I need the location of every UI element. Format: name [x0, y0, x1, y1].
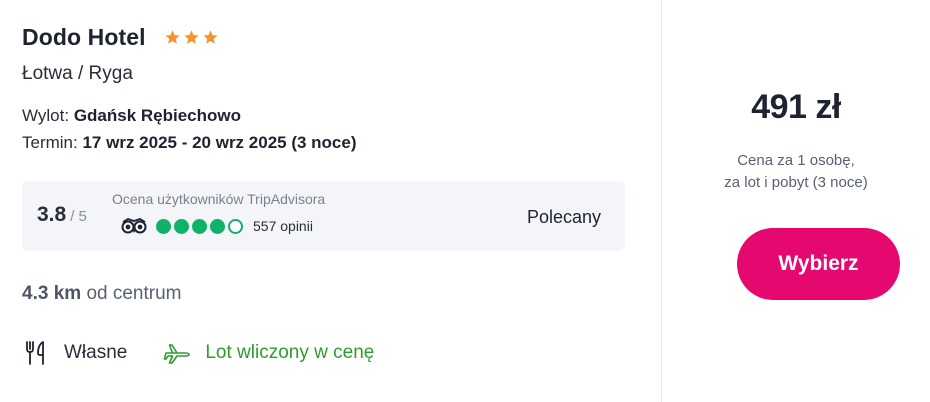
- rating-bubble-filled: [192, 218, 207, 234]
- star-icon: [203, 29, 218, 44]
- term-value: 17 wrz 2025 - 20 wrz 2025 (3 noce): [82, 133, 357, 152]
- distance-suffix: od centrum: [86, 283, 182, 304]
- fork-knife-icon: [26, 341, 44, 365]
- rating-bubble-empty: [228, 218, 243, 234]
- hotel-offer-card: Dodo Hotel Łotwa / Ryga Wylot: Gdańsk Rę…: [0, 0, 930, 402]
- tripadvisor-reviews-count[interactable]: 557 opinii: [253, 218, 313, 234]
- price-panel: 491 zł Cena za 1 osobę, za lot i pobyt (…: [662, 0, 930, 402]
- star-icon: [184, 29, 199, 44]
- tripadvisor-owl-icon: [121, 218, 147, 234]
- meals-feature: Własne: [22, 339, 127, 367]
- tripadvisor-score: 3.8/ 5: [37, 203, 87, 227]
- airplane-icon: [164, 344, 191, 364]
- distance-value: 4.3 km: [22, 283, 82, 304]
- distance-to-center: 4.3 km od centrum: [22, 283, 181, 305]
- meals-label: Własne: [64, 342, 128, 363]
- price-note: Cena za 1 osobę, za lot i pobyt (3 noce): [662, 150, 930, 194]
- tripadvisor-label: Ocena użytkowników TripAdvisora: [112, 191, 326, 207]
- tripadvisor-bubbles-row: 557 opinii: [120, 218, 313, 234]
- title-row: Dodo Hotel: [22, 22, 219, 52]
- departure-label: Wylot:: [22, 106, 70, 125]
- flight-included-label: Lot wliczony w cenę: [205, 342, 375, 363]
- star-icon: [165, 29, 180, 44]
- hotel-name[interactable]: Dodo Hotel: [22, 24, 146, 51]
- rating-bubble-filled: [174, 218, 189, 234]
- rating-bubble-filled: [156, 218, 171, 234]
- star-rating: [164, 29, 219, 46]
- price-note-line1: Cena za 1 osobę,: [737, 152, 855, 169]
- offer-details: Dodo Hotel Łotwa / Ryga Wylot: Gdańsk Rę…: [0, 0, 661, 402]
- features-row: Własne Lot wliczony w cenę: [22, 338, 374, 368]
- tripadvisor-rating-box: 3.8/ 5 Ocena użytkowników TripAdvisora 5…: [22, 181, 625, 251]
- tripadvisor-score-value: 3.8: [37, 203, 67, 226]
- departure-airport: Gdańsk Rębiechowo: [73, 106, 242, 125]
- hotel-location: Łotwa / Ryga: [22, 63, 133, 84]
- rating-bubble-filled: [210, 218, 225, 234]
- price-value: 491 zł: [751, 88, 841, 126]
- term-label: Termin:: [22, 133, 78, 152]
- departure-info: Wylot: Gdańsk Rębiechowo: [22, 106, 241, 126]
- price-note-line2: za lot i pobyt (3 noce): [724, 174, 868, 191]
- tripadvisor-verdict: Polecany: [526, 207, 601, 227]
- tripadvisor-score-max: / 5: [70, 208, 87, 225]
- flight-included-feature: Lot wliczony w cenę: [163, 339, 374, 367]
- select-button[interactable]: Wybierz: [737, 228, 900, 300]
- tripadvisor-bubbles: [156, 218, 243, 234]
- term-info: Termin: 17 wrz 2025 - 20 wrz 2025 (3 noc…: [22, 133, 357, 153]
